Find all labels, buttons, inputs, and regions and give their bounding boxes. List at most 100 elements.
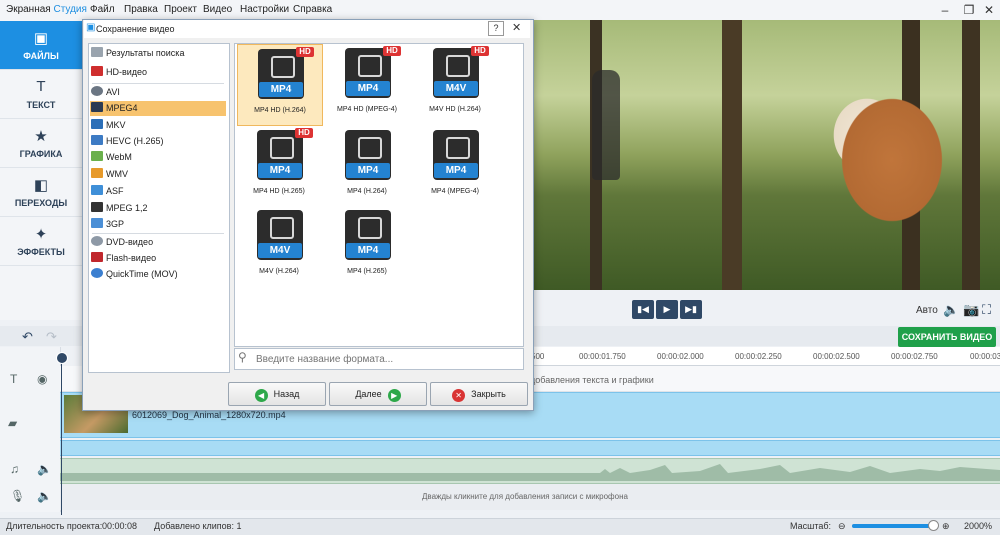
format-item-asf[interactable]: ASF	[90, 184, 226, 199]
close-circle-icon: ✕	[452, 389, 466, 402]
format-item-quicktime[interactable]: QuickTime (MOV)	[90, 267, 226, 282]
transitions-icon: ◧	[33, 177, 49, 194]
preset-caption: M4V (H.264)	[259, 268, 299, 275]
mkv-icon	[91, 119, 103, 129]
format-item-3gp[interactable]: 3GP	[90, 217, 226, 232]
back-button[interactable]: ◀ Назад	[228, 382, 326, 406]
sidebar-item-transitions[interactable]: ◧ ПЕРЕХОДЫ	[0, 168, 82, 217]
sidebar-item-graphics[interactable]: ★ ГРАФИКА	[0, 119, 82, 168]
play-button[interactable]: ▶	[656, 300, 678, 319]
volume-icon[interactable]: 🔈	[943, 302, 959, 318]
menu-help[interactable]: Справка	[293, 4, 332, 15]
restore-icon[interactable]: ❐	[960, 2, 978, 18]
preset-mp4-hd-mpeg4[interactable]: MP4 HD MP4 HD (MPEG-4)	[325, 44, 409, 124]
preset-mp4-hd-h264[interactable]: MP4 HD MP4 HD (H.264)	[237, 44, 323, 126]
duration-value: 00:00:08	[102, 521, 138, 531]
preset-m4v-h264[interactable]: M4V M4V (H.264)	[237, 206, 321, 286]
video-camera-icon: MP4	[345, 130, 391, 180]
clips-count: Добавлено клипов: 1	[154, 521, 242, 531]
format-item-mpeg4[interactable]: MPEG4	[90, 101, 226, 116]
ruler-tick: 00:00:03	[970, 352, 1000, 361]
playhead-handle[interactable]	[56, 352, 68, 364]
audio-track[interactable]	[60, 458, 1000, 484]
close-button[interactable]: ✕ Закрыть	[430, 382, 528, 406]
music-icon: ♫	[10, 462, 19, 476]
format-item-dvd[interactable]: DVD-видео	[90, 235, 226, 250]
format-item-mkv[interactable]: MKV	[90, 118, 226, 133]
zoom-out-icon[interactable]: ⊖	[838, 521, 846, 532]
webm-icon	[91, 151, 103, 161]
save-video-button[interactable]: СОХРАНИТЬ ВИДЕО	[898, 327, 996, 347]
ruler-tick: 00:00:02.250	[735, 352, 782, 361]
hd-badge: HD	[383, 46, 401, 56]
format-item-hevc[interactable]: HEVC (H.265)	[90, 134, 226, 149]
help-button[interactable]: ?	[488, 21, 504, 36]
3gp-icon	[91, 218, 103, 228]
speaker-icon[interactable]: 🔈	[37, 462, 52, 476]
mic-speaker-icon[interactable]: 🔈	[37, 489, 52, 503]
next-frame-button[interactable]: ▶▮	[680, 300, 702, 319]
close-icon[interactable]: ✕	[980, 2, 998, 18]
quality-auto[interactable]: Авто	[916, 305, 938, 316]
format-item-hd[interactable]: HD-видео	[90, 65, 226, 80]
preset-caption: MP4 (H.265)	[347, 268, 387, 275]
hd-icon	[91, 66, 103, 76]
fullscreen-icon[interactable]: ⛶	[982, 302, 991, 318]
flash-icon	[91, 252, 103, 262]
format-item-avi[interactable]: AVI	[90, 85, 226, 100]
sidebar-item-text[interactable]: T ТЕКСТ	[0, 70, 82, 119]
ruler-tick: 00:00:02.000	[657, 352, 704, 361]
dialog-close-icon[interactable]: ✕	[512, 21, 521, 34]
camera-icon[interactable]: 📷	[963, 302, 979, 318]
hd-badge: HD	[295, 128, 313, 138]
video-camera-icon: MP4	[433, 130, 479, 180]
next-button[interactable]: Далее ▶	[329, 382, 427, 406]
preset-mp4-h264[interactable]: MP4 MP4 (H.264)	[325, 126, 409, 206]
previous-frame-button[interactable]: ▮◀	[632, 300, 654, 319]
text-track-icon: T	[10, 372, 18, 386]
format-item-flash[interactable]: Flash-видео	[90, 251, 226, 266]
zoom-value: 2000%	[964, 521, 993, 531]
avi-icon	[91, 86, 103, 96]
hd-badge: HD	[296, 47, 314, 57]
minimize-icon[interactable]: –	[936, 2, 954, 18]
undo-icon[interactable]: ↶	[22, 329, 33, 345]
preset-mp4-mpeg4[interactable]: MP4 MP4 (MPEG-4)	[413, 126, 497, 206]
sidebar-item-files[interactable]: ▣ ФАЙЛЫ	[0, 21, 82, 70]
preset-m4v-hd-h264[interactable]: M4V HD M4V HD (H.264)	[413, 44, 497, 124]
redo-icon[interactable]: ↷	[46, 329, 57, 345]
video-track-lower[interactable]	[60, 440, 1000, 456]
video-camera-icon: MP4	[345, 210, 391, 260]
dialog-title: Сохранение видео	[96, 24, 175, 34]
divider	[92, 233, 224, 234]
ruler-tick: 00:00:02.750	[891, 352, 938, 361]
format-item-search-results[interactable]: Результаты поиска	[90, 46, 226, 61]
format-item-wmv[interactable]: WMV	[90, 167, 226, 182]
preset-caption: MP4 HD (MPEG-4)	[337, 106, 397, 113]
preset-mp4-hd-h265[interactable]: MP4 HD MP4 HD (H.265)	[237, 126, 321, 206]
preset-mp4-h265[interactable]: MP4 MP4 (H.265)	[325, 206, 409, 286]
menu-project[interactable]: Проект	[164, 4, 197, 15]
ruler-tick: 00:00:02.500	[813, 352, 860, 361]
wmv-icon	[91, 168, 103, 178]
zoom-in-icon[interactable]: ⊕	[942, 521, 950, 532]
format-search-input[interactable]	[254, 351, 520, 367]
preset-caption: MP4 HD (H.264)	[254, 107, 306, 114]
divider	[92, 83, 224, 84]
video-preview[interactable]	[532, 20, 1000, 290]
sidebar-item-effects[interactable]: ✦ ЭФФЕКТЫ	[0, 217, 82, 266]
preset-caption: MP4 (H.264)	[347, 188, 387, 195]
audio-waveform	[60, 464, 1000, 481]
preset-caption: MP4 HD (H.265)	[253, 188, 305, 195]
format-item-webm[interactable]: WebM	[90, 150, 226, 165]
files-icon: ▣	[33, 30, 49, 47]
preset-caption: MP4 (MPEG-4)	[431, 188, 479, 195]
search-results-icon	[91, 47, 103, 57]
menu-settings[interactable]: Настройки	[240, 4, 289, 15]
menu-video[interactable]: Видео	[203, 4, 232, 15]
eye-icon[interactable]: ◉	[37, 372, 47, 386]
menu-file[interactable]: Файл	[90, 4, 115, 15]
preview-figure	[592, 70, 620, 180]
menu-edit[interactable]: Правка	[124, 4, 158, 15]
format-item-mpeg12[interactable]: MPEG 1,2	[90, 201, 226, 216]
